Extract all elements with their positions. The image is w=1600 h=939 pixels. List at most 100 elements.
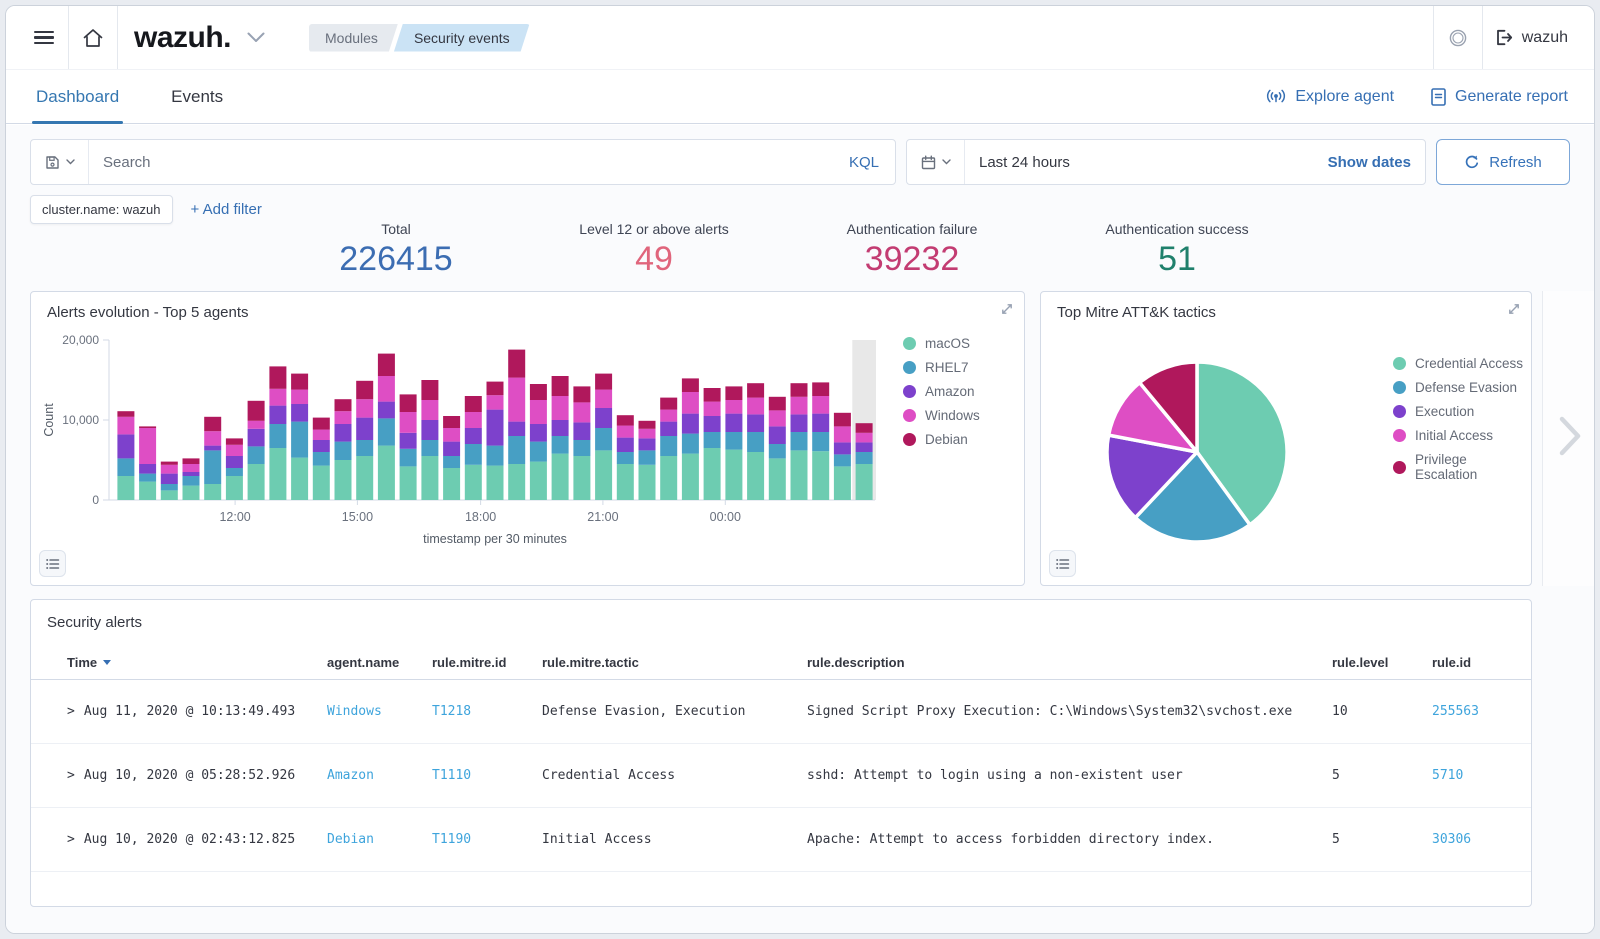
- legend-swatch: [1393, 405, 1406, 418]
- legend-item[interactable]: Execution: [1393, 404, 1531, 419]
- svg-text:20,000: 20,000: [62, 333, 99, 347]
- svg-text:10,000: 10,000: [62, 413, 99, 427]
- explore-agent-button[interactable]: Explore agent: [1265, 88, 1394, 106]
- dashboard-content: KQL Last 24 hours Show dates: [6, 125, 1594, 933]
- legend-item[interactable]: RHEL7: [903, 360, 980, 375]
- column-header-rule-mitre-id[interactable]: rule.mitre.id: [432, 655, 542, 670]
- panel-title: Top Mitre ATT&K tactics: [1057, 304, 1216, 321]
- legend-swatch: [1393, 357, 1406, 370]
- legend-item[interactable]: Privilege Escalation: [1393, 452, 1531, 482]
- expand-panel-button[interactable]: [1507, 302, 1521, 321]
- rule-mitre-id-link[interactable]: T1110: [432, 768, 471, 783]
- rule-id-link[interactable]: 255563: [1432, 704, 1479, 719]
- list-icon: [45, 557, 60, 571]
- breadcrumb-security-events[interactable]: Security events: [394, 24, 530, 52]
- rule-description: Apache: Attempt to access forbidden dire…: [807, 832, 1332, 847]
- date-range-value[interactable]: Last 24 hours: [965, 154, 1328, 171]
- alert-time: > Aug 10, 2020 @ 05:28:52.926: [67, 768, 327, 783]
- legend-label: Execution: [1415, 404, 1474, 419]
- rule-mitre-id-link[interactable]: T1190: [432, 832, 471, 847]
- inspect-data-button[interactable]: [1049, 550, 1076, 577]
- legend-item[interactable]: Amazon: [903, 384, 980, 399]
- alerts-evolution-bar-chart[interactable]: 010,00020,00012:0015:0018:0021:0000:00Co…: [37, 328, 899, 551]
- column-header-rule-id[interactable]: rule.id: [1432, 655, 1531, 670]
- home-button[interactable]: [69, 6, 117, 70]
- alert-timestamp: Aug 10, 2020 @ 02:43:12.825: [84, 832, 295, 847]
- rule-mitre-id: T1110: [432, 768, 542, 783]
- panel-alerts-evolution: Alerts evolution - Top 5 agents 010,0002…: [30, 291, 1025, 586]
- legend-label: Amazon: [925, 384, 975, 399]
- chevron-down-icon: [942, 159, 951, 165]
- legend-swatch: [903, 385, 916, 398]
- rule-mitre-tactic: Defense Evasion, Execution: [542, 704, 807, 719]
- kql-toggle[interactable]: KQL: [833, 154, 895, 171]
- legend-item[interactable]: macOS: [903, 336, 980, 351]
- rule-level: 5: [1332, 832, 1432, 847]
- menu-button[interactable]: [20, 6, 68, 70]
- chevron-down-icon[interactable]: [247, 32, 265, 43]
- column-header-rule-description[interactable]: rule.description: [807, 655, 1332, 670]
- agent-name-link[interactable]: Debian: [327, 832, 374, 847]
- list-icon: [1055, 557, 1070, 571]
- svg-text:18:00: 18:00: [465, 510, 496, 524]
- saved-queries-button[interactable]: [31, 140, 89, 184]
- generate-report-button[interactable]: Generate report: [1430, 87, 1568, 107]
- alert-row: >Aug 10, 2020 @ 02:43:12.825DebianT1190I…: [31, 808, 1531, 872]
- account-menu[interactable]: wazuh: [1483, 28, 1580, 47]
- expand-row-caret[interactable]: >: [67, 704, 75, 719]
- legend-item[interactable]: Debian: [903, 432, 980, 447]
- legend-swatch: [903, 433, 916, 446]
- refresh-button[interactable]: Refresh: [1436, 139, 1570, 185]
- expand-icon: [1000, 302, 1014, 316]
- svg-text:Count: Count: [42, 403, 56, 437]
- filter-pill-cluster-name[interactable]: cluster.name: wazuh: [30, 195, 173, 224]
- alert-row: >Aug 11, 2020 @ 10:13:49.493WindowsT1218…: [31, 680, 1531, 744]
- expand-row-caret[interactable]: >: [67, 832, 75, 847]
- column-header-time[interactable]: Time: [67, 655, 327, 670]
- column-header-rule-level[interactable]: rule.level: [1332, 655, 1432, 670]
- sort-desc-icon: [103, 660, 111, 665]
- rule-id: 5710: [1432, 768, 1531, 783]
- refresh-icon: [1464, 154, 1480, 170]
- agent-name-link[interactable]: Amazon: [327, 768, 374, 783]
- column-header-rule-mitre-tactic[interactable]: rule.mitre.tactic: [542, 655, 807, 670]
- inspect-data-button[interactable]: [39, 550, 66, 577]
- next-panels-button[interactable]: [1555, 412, 1585, 465]
- date-quick-select-button[interactable]: [907, 140, 965, 184]
- search-input[interactable]: [89, 154, 833, 171]
- legend-item[interactable]: Windows: [903, 408, 980, 423]
- health-check-button[interactable]: [1434, 6, 1482, 70]
- rule-mitre-id: T1218: [432, 704, 542, 719]
- svg-text:timestamp per 30 minutes: timestamp per 30 minutes: [423, 532, 567, 546]
- column-header-agent-name[interactable]: agent.name: [327, 655, 432, 670]
- date-picker: Last 24 hours Show dates: [906, 139, 1426, 185]
- wazuh-logo[interactable]: wazuh.: [134, 21, 231, 55]
- tab-events[interactable]: Events: [167, 70, 227, 123]
- rule-id-link[interactable]: 5710: [1432, 768, 1463, 783]
- legend-label: Privilege Escalation: [1415, 452, 1531, 482]
- agent-name: Debian: [327, 832, 432, 847]
- svg-text:00:00: 00:00: [710, 510, 741, 524]
- legend-item[interactable]: Defense Evasion: [1393, 380, 1531, 395]
- expand-panel-button[interactable]: [1000, 302, 1014, 321]
- rule-id-link[interactable]: 30306: [1432, 832, 1471, 847]
- legend-swatch: [1393, 381, 1406, 394]
- add-filter-button[interactable]: + Add filter: [191, 201, 262, 218]
- legend-item[interactable]: Initial Access: [1393, 428, 1531, 443]
- chevron-right-icon: [1555, 412, 1585, 460]
- bar-chart-legend: macOS RHEL7 Amazon Windows Debian: [903, 336, 980, 456]
- legend-item[interactable]: Credential Access: [1393, 356, 1531, 371]
- calendar-icon: [920, 154, 937, 171]
- show-dates-button[interactable]: Show dates: [1328, 154, 1425, 171]
- tab-dashboard[interactable]: Dashboard: [32, 70, 123, 123]
- rule-level: 10: [1332, 704, 1432, 719]
- metric-level-12-alerts: Level 12 or above alerts 49: [504, 221, 804, 279]
- agent-name-link[interactable]: Windows: [327, 704, 382, 719]
- rule-mitre-id-link[interactable]: T1218: [432, 704, 471, 719]
- rule-id: 30306: [1432, 832, 1531, 847]
- alert-timestamp: Aug 10, 2020 @ 05:28:52.926: [84, 768, 295, 783]
- breadcrumb-modules[interactable]: Modules: [309, 24, 398, 52]
- tab-bar: Dashboard Events Explore agent Generate …: [6, 70, 1594, 124]
- expand-row-caret[interactable]: >: [67, 768, 75, 783]
- mitre-tactics-pie-chart[interactable]: [1097, 352, 1297, 552]
